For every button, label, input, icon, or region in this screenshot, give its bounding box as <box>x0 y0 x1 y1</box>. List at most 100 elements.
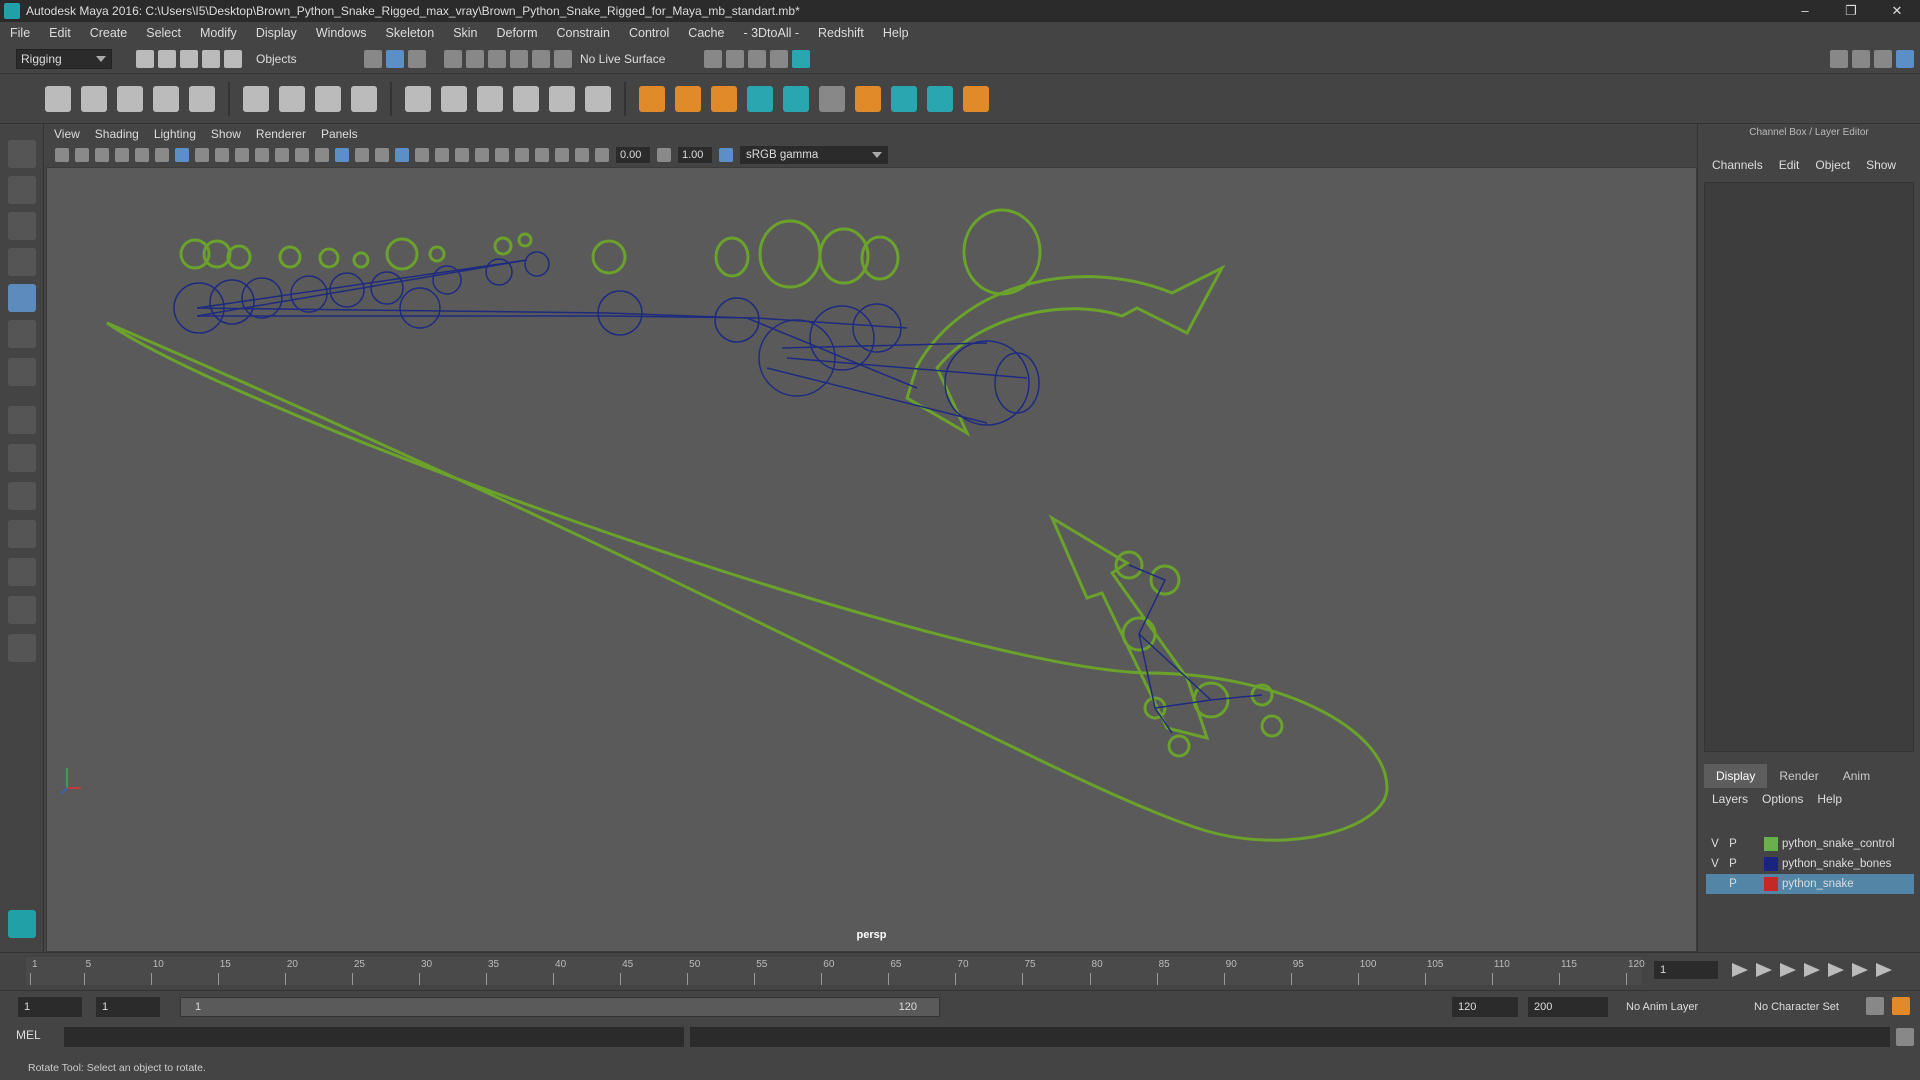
viewport-menu-show[interactable]: Show <box>211 127 241 141</box>
set-driven-key-icon[interactable] <box>855 85 881 112</box>
redo-icon[interactable] <box>224 49 242 68</box>
viewport-menu-shading[interactable]: Shading <box>95 127 139 141</box>
character-set-select[interactable]: No Character Set <box>1748 997 1864 1017</box>
layer-menu-help[interactable]: Help <box>1817 792 1842 806</box>
multisample-icon[interactable] <box>475 148 489 162</box>
select-object-icon[interactable] <box>386 49 404 68</box>
channel-menu-object[interactable]: Object <box>1815 158 1850 172</box>
quick-layout-outliner-icon[interactable] <box>8 520 36 548</box>
humanik-icon[interactable] <box>189 85 215 112</box>
color-management-icon[interactable] <box>719 148 733 162</box>
motion-blur-icon[interactable] <box>455 148 469 162</box>
minimize-button[interactable]: – <box>1782 3 1828 19</box>
select-hierarchy-icon[interactable] <box>364 49 382 68</box>
menu-3dtoall[interactable]: - 3DtoAll - <box>743 26 799 40</box>
restore-button[interactable]: ❐ <box>1828 3 1874 19</box>
bind-skin-icon[interactable] <box>405 85 431 112</box>
image-plane-icon[interactable] <box>115 148 129 162</box>
layer-row[interactable]: P python_snake <box>1706 874 1914 894</box>
maya-home-icon[interactable] <box>8 910 36 938</box>
exposure-field[interactable]: 0.00 <box>616 147 650 163</box>
layer-visibility-toggle[interactable]: V <box>1706 838 1724 850</box>
3d-viewport[interactable]: persp <box>46 167 1697 952</box>
render-view-icon[interactable] <box>704 49 722 68</box>
resolution-gate-icon[interactable] <box>215 148 229 162</box>
quick-layout-more-icon[interactable] <box>8 634 36 662</box>
copy-weights-icon[interactable] <box>549 85 575 112</box>
live-surface-label[interactable]: No Live Surface <box>580 52 684 66</box>
command-input[interactable] <box>64 1027 684 1047</box>
menu-edit[interactable]: Edit <box>49 26 71 40</box>
xray-icon[interactable] <box>535 148 549 162</box>
step-forward-key-icon[interactable] <box>1852 963 1868 977</box>
safe-title-icon[interactable] <box>295 148 309 162</box>
script-editor-icon[interactable] <box>1896 1028 1914 1046</box>
attribute-editor-icon[interactable] <box>1852 49 1870 68</box>
step-back-key-icon[interactable] <box>1756 963 1772 977</box>
menu-constrain[interactable]: Constrain <box>557 26 611 40</box>
animation-end-field[interactable]: 200 <box>1528 997 1608 1017</box>
animation-start-field[interactable]: 1 <box>18 997 82 1017</box>
menu-modify[interactable]: Modify <box>200 26 237 40</box>
film-gate-icon[interactable] <box>195 148 209 162</box>
check-mark-icon[interactable] <box>963 85 989 112</box>
smooth-shade-icon[interactable] <box>335 148 349 162</box>
current-frame-field[interactable]: 1 <box>1654 961 1718 979</box>
ik-spline-icon[interactable] <box>117 85 143 112</box>
channel-menu-show[interactable]: Show <box>1866 158 1896 172</box>
undo-icon[interactable] <box>202 49 220 68</box>
gate-mask-icon[interactable] <box>235 148 249 162</box>
snap-point-icon[interactable] <box>488 49 506 68</box>
menuset-select[interactable]: Rigging <box>16 48 112 69</box>
menu-redshift[interactable]: Redshift <box>818 26 864 40</box>
field-chart-icon[interactable] <box>255 148 269 162</box>
command-language-label[interactable]: MEL <box>16 1028 41 1042</box>
aim-constraint-icon[interactable] <box>675 85 701 112</box>
gamma-field[interactable]: 1.00 <box>678 147 712 163</box>
menu-create[interactable]: Create <box>90 26 128 40</box>
select-tool-icon[interactable] <box>8 140 36 168</box>
scale-constraint-icon[interactable] <box>783 85 809 112</box>
select-component-icon[interactable] <box>408 49 426 68</box>
quick-layout-four-icon[interactable] <box>8 444 36 472</box>
menu-windows[interactable]: Windows <box>316 26 367 40</box>
time-slider-track[interactable]: 1 5 10 15 20 25 30 35 40 45 50 55 60 65 70 75 80 85 90 95 10… <box>26 957 1645 985</box>
snap-grid-icon[interactable] <box>444 49 462 68</box>
scale-tool-icon[interactable] <box>8 320 36 348</box>
layer-row[interactable]: V P python_snake_control <box>1706 834 1914 854</box>
viewport-menu-panels[interactable]: Panels <box>321 127 358 141</box>
last-tool-icon[interactable] <box>8 358 36 386</box>
play-backward-icon[interactable] <box>1804 963 1820 977</box>
ipr-render-icon[interactable] <box>748 49 766 68</box>
quick-layout-hypershade-icon[interactable] <box>8 596 36 624</box>
depth-of-field-icon[interactable] <box>495 148 509 162</box>
menu-file[interactable]: File <box>10 26 30 40</box>
orient-constraint-icon[interactable] <box>711 85 737 112</box>
menu-cache[interactable]: Cache <box>688 26 724 40</box>
snap-view-icon[interactable] <box>510 49 528 68</box>
anim-layer-select[interactable]: No Anim Layer <box>1620 997 1732 1017</box>
move-tool-icon[interactable] <box>8 248 36 276</box>
textured-icon[interactable] <box>375 148 389 162</box>
quick-layout-graph-icon[interactable] <box>8 558 36 586</box>
insert-joint-icon[interactable] <box>153 85 179 112</box>
channel-menu-channels[interactable]: Channels <box>1712 158 1763 172</box>
play-forward-icon[interactable] <box>1828 963 1844 977</box>
pole-vector-icon[interactable] <box>819 85 845 112</box>
rotate-tool-icon[interactable] <box>8 284 36 312</box>
cluster-icon[interactable] <box>279 85 305 112</box>
grid-icon[interactable] <box>175 148 189 162</box>
ik-handle-icon[interactable] <box>81 85 107 112</box>
point-constraint-icon[interactable] <box>639 85 665 112</box>
character-set-icon[interactable] <box>891 85 917 112</box>
camera-attributes-icon[interactable] <box>75 148 89 162</box>
range-slider[interactable]: 1 120 <box>180 997 940 1017</box>
joint-tool-icon[interactable] <box>45 85 71 112</box>
playback-end-field[interactable]: 120 <box>1452 997 1518 1017</box>
wireframe-on-shaded-icon[interactable] <box>355 148 369 162</box>
camera-select-icon[interactable] <box>55 148 69 162</box>
wireframe-icon[interactable] <box>315 148 329 162</box>
menu-skeleton[interactable]: Skeleton <box>386 26 435 40</box>
menu-select[interactable]: Select <box>146 26 181 40</box>
parent-constraint-icon[interactable] <box>747 85 773 112</box>
